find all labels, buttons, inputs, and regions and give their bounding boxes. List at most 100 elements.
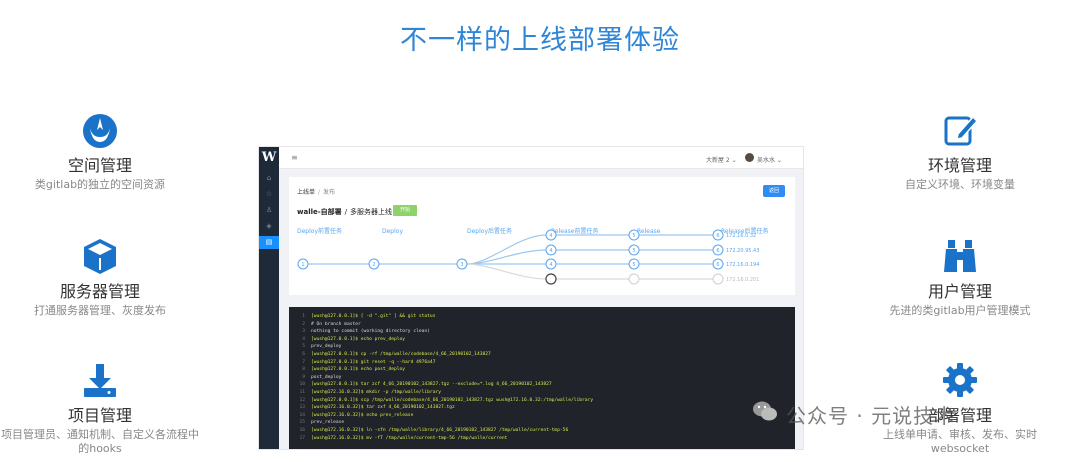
console-line-text: prev_release (311, 420, 345, 426)
console-line-text: prev_deploy (311, 344, 342, 350)
console-line-number: 16 (299, 427, 305, 433)
deploy-card: 上线单 / 发布 返回 walle-自部署 / 多服务器上线 开始 Deploy… (289, 177, 795, 295)
stage-num: 2 (372, 262, 375, 268)
console-line-number: 3 (302, 329, 305, 335)
user-icon[interactable]: ♙ (259, 204, 279, 217)
back-button[interactable]: 返回 (763, 185, 785, 197)
console-line: 8 [wush@127.0.0.1]$ echo post_deploy (289, 366, 795, 374)
walle-app-screenshot: W ⌂ ☆ ♙ ◈ ▤ ≡ 大新屋 2 ⌄ 吴水水 ⌄ 上线单 / 发布 返回 wa… (258, 146, 804, 450)
console-line-number: 5 (302, 344, 305, 350)
console-line-text: post_deploy (311, 374, 342, 380)
stage-num: 5 (632, 248, 635, 254)
stage-label: Release (637, 228, 661, 235)
binoculars-icon (944, 240, 976, 272)
deploy-title: walle-自部署 / 多服务器上线 (297, 208, 393, 216)
breadcrumb-root[interactable]: 上线单 (297, 189, 315, 196)
star-icon[interactable]: ☆ (259, 188, 279, 201)
console-line-text: # On branch master (311, 321, 361, 327)
stage-num: 6 (716, 262, 719, 268)
feature-title: 环境管理 (927, 156, 992, 175)
breadcrumb: 上线单 / 发布 (297, 189, 336, 196)
console-line: 6 [wush@127.0.0.1]$ cp -rf /tmp/walle/cod… (289, 351, 795, 359)
console-line-text: [wush@172.16.0.32]$ echo prev_release (311, 412, 414, 418)
deploy-title-task: 多服务器上线 (350, 208, 393, 216)
console-line-number: 1 (302, 314, 305, 319)
console-line-number: 17 (299, 435, 305, 441)
menu-icon[interactable]: ≡ (291, 153, 298, 162)
feature-title: 用户管理 (927, 282, 992, 301)
project-dropdown[interactable]: 大新屋 2 ⌄ (706, 155, 737, 164)
server-ip: 172.16.0.201 (726, 277, 759, 283)
stage-num: 3 (460, 262, 463, 268)
feature-title: 项目管理 (67, 406, 132, 425)
feature-desc: 项目管理员、通知机制、自定义各流程中的hooks (1, 428, 199, 455)
wechat-icon (753, 401, 777, 421)
feature-desc: 打通服务器管理、灰度发布 (34, 304, 166, 317)
server-ip: 172.20.95.43 (726, 248, 759, 254)
server-ip: 172.16.0.32 (726, 233, 756, 239)
console-line-text: [wush@172.16.0.32]$ mv -fT /tmp/walle/cu… (311, 435, 508, 441)
stage-num: 6 (716, 248, 719, 254)
stage-num: 5 (632, 233, 635, 239)
user-dropdown[interactable]: 吴水水 ⌄ (757, 155, 782, 164)
console-line-text: [wush@127.0.0.1]$ echo post_deploy (311, 367, 406, 373)
feature-title: 空间管理 (67, 156, 132, 175)
rebel-alliance-icon (83, 114, 117, 148)
console-line-number: 2 (302, 321, 305, 327)
stage-label: Deploy后置任务 (467, 227, 512, 235)
feature-env-management: 环境管理 自定义环境、环境变量 (860, 110, 1060, 192)
console-line-number: 12 (299, 397, 305, 403)
console-line-number: 9 (302, 374, 305, 380)
breadcrumb-current: 发布 (323, 189, 336, 196)
console-line: 5 prev_deploy (289, 343, 795, 351)
console-line-text: [wush@172.16.0.32]$ mkdir -p /tmp/walle/… (311, 389, 441, 395)
console-line-number: 6 (302, 351, 305, 357)
console-line: 13 [wush@172.16.0.32]$ tar zxf 4_66_20190… (289, 404, 795, 412)
app-topbar: ≡ 大新屋 2 ⌄ 吴水水 ⌄ (279, 147, 803, 169)
cube-icon (84, 239, 116, 274)
console-line: 11 [wush@172.16.0.32]$ mkdir -p /tmp/wall… (289, 389, 795, 397)
feature-project-management: 项目管理 项目管理员、通知机制、自定义各流程中的hooks (0, 360, 200, 456)
console-line: 14 [wush@172.16.0.32]$ echo prev_release (289, 412, 795, 420)
console-line-number: 15 (299, 420, 305, 426)
stage-label: Deploy (382, 228, 403, 235)
console-line: 16 [wush@172.16.0.32]$ ln -sfn /tmp/walle… (289, 427, 795, 435)
console-line-number: 11 (299, 389, 305, 395)
start-badge[interactable]: 开始 (393, 205, 417, 216)
console-line-text: [wush@172.16.0.32]$ tar zxf 4_66_2019010… (311, 405, 455, 411)
feature-title: 服务器管理 (59, 282, 140, 301)
console-line-number: 4 (302, 336, 305, 342)
avatar[interactable] (745, 153, 754, 162)
console-line: 7 [wush@127.0.0.1]$ git reset -q --hard 4… (289, 359, 795, 367)
console-line: 10 [wush@127.0.0.1]$ tar zcf 4_66_2019010… (289, 381, 795, 389)
stage-label: Deploy前置任务 (297, 227, 342, 235)
console-line: 1 [wush@127.0.0.1]$ [ -d ".git" ] && git … (289, 313, 795, 321)
feature-user-management: 用户管理 先进的类gitlab用户管理模式 (860, 236, 1060, 318)
page-title: 不一样的上线部署体验 (400, 25, 680, 56)
home-icon[interactable]: ⌂ (259, 172, 279, 185)
deploy-icon[interactable]: ▤ (259, 236, 279, 249)
console-line-text: [wush@127.0.0.1]$ git reset -q --hard 49… (311, 359, 436, 365)
console-line-text: [wush@127.0.0.1]$ cp -rf /tmp/walle/code… (311, 351, 491, 357)
walle-logo: W (261, 150, 277, 165)
console-line: 4 [wush@127.0.0.1]$ echo prev_deploy (289, 336, 795, 344)
console-line: 15 prev_release (289, 419, 795, 427)
gear-icon (943, 363, 977, 397)
console-line-number: 14 (299, 412, 305, 418)
deploy-flow-diagram: Deploy前置任务 Deploy Deploy后置任务 Release前置任务… (297, 227, 768, 285)
app-sidebar: W ⌂ ☆ ♙ ◈ ▤ (259, 147, 279, 449)
console-line-number: 13 (299, 405, 305, 411)
console-line: 12 [wush@127.0.0.1]$ scp /tmp/walle/codeb… (289, 397, 795, 405)
stage-num: 5 (632, 262, 635, 268)
layers-icon[interactable]: ◈ (259, 220, 279, 233)
feature-desc: 先进的类gitlab用户管理模式 (889, 304, 1031, 317)
console-line-text: [wush@127.0.0.1]$ [ -d ".git" ] && git s… (311, 314, 436, 319)
feature-space-management: 空间管理 类gitlab的独立的空间资源 (0, 110, 200, 192)
deploy-console: 1 [wush@127.0.0.1]$ [ -d ".git" ] && git … (289, 307, 795, 449)
edit-icon (944, 115, 979, 146)
console-line-text: [wush@172.16.0.32]$ ln -sfn /tmp/walle/l… (311, 427, 569, 433)
stage-num: 1 (301, 262, 304, 268)
stage-num: 4 (549, 233, 552, 239)
server-ip: 172.16.0.194 (726, 262, 759, 268)
console-line-text: nothing to commit (working directory cle… (311, 329, 430, 335)
